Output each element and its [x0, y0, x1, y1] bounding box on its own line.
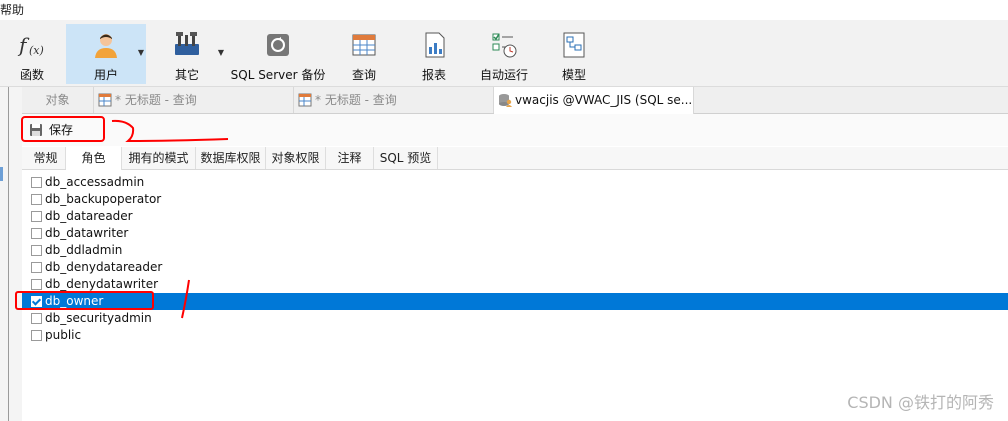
model-icon	[563, 32, 585, 58]
role-name: db_accessadmin	[45, 175, 145, 189]
toolbar-automation-button[interactable]: 自动运行	[474, 24, 534, 84]
pane-selection-marker	[0, 167, 3, 181]
toolbar-functions-button[interactable]: f (x) 函数	[4, 24, 60, 84]
subtab-label: 角色	[81, 151, 106, 165]
tab-untitled-query-2[interactable]: * 无标题 - 查询	[294, 87, 494, 113]
role-checkbox-checked[interactable]	[31, 296, 42, 307]
toolbar-backup-button[interactable]: SQL Server 备份	[230, 24, 326, 84]
pane-divider[interactable]	[8, 87, 9, 421]
query-table-icon	[298, 93, 312, 107]
editor-toolbar: 保存	[22, 114, 1008, 146]
query-table-icon	[98, 93, 112, 107]
role-checkbox[interactable]	[31, 279, 42, 290]
floppy-disk-icon	[30, 124, 42, 136]
editor-subtabs: 常规 角色 拥有的模式 数据库权限 对象权限 注释 SQL 预览	[22, 147, 1008, 170]
toolbar-model-button[interactable]: 模型	[552, 24, 596, 84]
toolbar-label: 报表	[421, 68, 446, 82]
role-checkbox[interactable]	[31, 313, 42, 324]
toolbar-label: 其它	[174, 68, 199, 82]
user-icon	[95, 34, 117, 58]
role-name: db_backupoperator	[45, 192, 162, 206]
role-name: db_datawriter	[45, 226, 129, 240]
role-row-db-accessadmin[interactable]: db_accessadmin	[22, 174, 1008, 191]
role-name: db_securityadmin	[45, 311, 152, 325]
tools-icon	[175, 32, 199, 55]
role-name: db_denydatawriter	[45, 277, 159, 291]
role-row-db-owner[interactable]: db_owner	[22, 293, 1008, 310]
function-icon: f (x)	[17, 33, 44, 57]
subtab-database-permissions[interactable]: 数据库权限	[196, 147, 266, 169]
toolbar-label: SQL Server 备份	[230, 68, 326, 82]
role-name: db_ddladmin	[45, 243, 123, 257]
role-name: db_owner	[45, 294, 104, 308]
tab-label: * 无标题 - 查询	[115, 93, 197, 107]
toolbar-report-button[interactable]: 报表	[412, 24, 456, 84]
role-row-db-ddladmin[interactable]: db_ddladmin	[22, 242, 1008, 259]
tab-label: 对象	[45, 93, 70, 107]
subtab-roles[interactable]: 角色	[66, 147, 122, 170]
toolbar-label: 用户	[93, 68, 118, 82]
role-name: public	[45, 328, 82, 342]
subtab-owned-schemas[interactable]: 拥有的模式	[122, 147, 196, 169]
subtab-label: 对象权限	[271, 151, 320, 165]
role-checkbox[interactable]	[31, 262, 42, 273]
role-row-db-datawriter[interactable]: db_datawriter	[22, 225, 1008, 242]
toolbar-others-button[interactable]: 其它 ▼	[162, 24, 224, 84]
automation-icon	[492, 33, 517, 58]
role-checkbox[interactable]	[31, 330, 42, 341]
tab-user-editor[interactable]: vwacjis @VWAC_JIS (SQL se...	[494, 87, 694, 114]
database-user-icon	[499, 94, 512, 107]
subtab-sql-preview[interactable]: SQL 预览	[374, 147, 438, 169]
chevron-down-icon[interactable]: ▼	[138, 48, 144, 57]
backup-icon	[267, 34, 289, 56]
tab-untitled-query-1[interactable]: * 无标题 - 查询	[94, 87, 294, 113]
role-checkbox[interactable]	[31, 245, 42, 256]
report-icon	[425, 32, 445, 58]
toolbar-label: 函数	[19, 68, 44, 82]
role-name: db_denydatareader	[45, 260, 163, 274]
toolbar-query-button[interactable]: 查询	[342, 24, 386, 84]
toolbar-label: 模型	[561, 68, 586, 82]
tab-label: vwacjis @VWAC_JIS (SQL se...	[515, 93, 693, 107]
main-toolbar: f (x) 函数 用户 ▼ 其它 ▼ SQL Server 备份 查询 报表 自…	[0, 20, 1008, 87]
svg-text:(x): (x)	[29, 44, 44, 57]
subtab-label: 常规	[33, 151, 58, 165]
document-tab-bar: 对象 * 无标题 - 查询 * 无标题 - 查询 vwacjis @VWAC_J…	[22, 87, 1008, 114]
role-checkbox[interactable]	[31, 228, 42, 239]
help-menu-fragment[interactable]: 帮助	[0, 0, 24, 20]
save-button[interactable]: 保存	[25, 120, 79, 140]
role-checkbox[interactable]	[31, 211, 42, 222]
subtab-general[interactable]: 常规	[26, 147, 66, 169]
toolbar-label: 查询	[351, 68, 376, 82]
tab-objects[interactable]: 对象	[22, 87, 94, 113]
subtab-label: SQL 预览	[379, 151, 432, 165]
subtab-label: 拥有的模式	[128, 151, 189, 165]
role-row-db-datareader[interactable]: db_datareader	[22, 208, 1008, 225]
subtab-comment[interactable]: 注释	[326, 147, 374, 169]
role-name: db_datareader	[45, 209, 133, 223]
role-checkbox[interactable]	[31, 177, 42, 188]
tab-label: * 无标题 - 查询	[315, 93, 397, 107]
navigation-pane-edge	[0, 87, 23, 421]
save-label: 保存	[49, 123, 74, 137]
subtab-label: 数据库权限	[200, 151, 261, 165]
role-row-db-securityadmin[interactable]: db_securityadmin	[22, 310, 1008, 327]
role-row-public[interactable]: public	[22, 327, 1008, 344]
role-checkbox[interactable]	[31, 194, 42, 205]
toolbar-label: 自动运行	[479, 68, 528, 82]
role-row-db-backupoperator[interactable]: db_backupoperator	[22, 191, 1008, 208]
role-row-db-denydatareader[interactable]: db_denydatareader	[22, 259, 1008, 276]
toolbar-users-button[interactable]: 用户 ▼	[66, 24, 146, 84]
role-row-db-denydatawriter[interactable]: db_denydatawriter	[22, 276, 1008, 293]
chevron-down-icon[interactable]: ▼	[218, 48, 224, 57]
query-table-icon	[352, 34, 376, 56]
subtab-object-permissions[interactable]: 对象权限	[266, 147, 326, 169]
user-editor-panel: 保存 常规 角色 拥有的模式 数据库权限 对象权限 注释 SQL 预览 db_a…	[22, 114, 1008, 421]
watermark-text: CSDN @铁打的阿秀	[847, 393, 994, 412]
subtab-label: 注释	[337, 151, 362, 165]
